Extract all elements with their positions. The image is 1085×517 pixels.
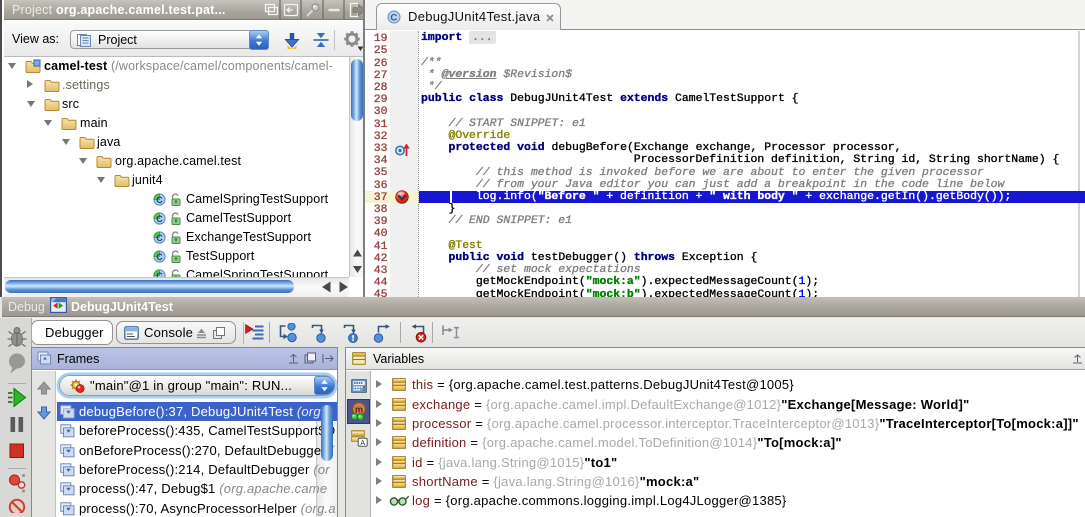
svg-text:C: C: [156, 195, 163, 205]
svg-text:A: A: [360, 440, 365, 447]
svg-text:C: C: [156, 251, 163, 261]
svg-text:m: m: [355, 405, 363, 415]
svg-text:C: C: [390, 13, 397, 24]
svg-text:C: C: [156, 232, 163, 242]
svg-text:C: C: [156, 214, 163, 224]
